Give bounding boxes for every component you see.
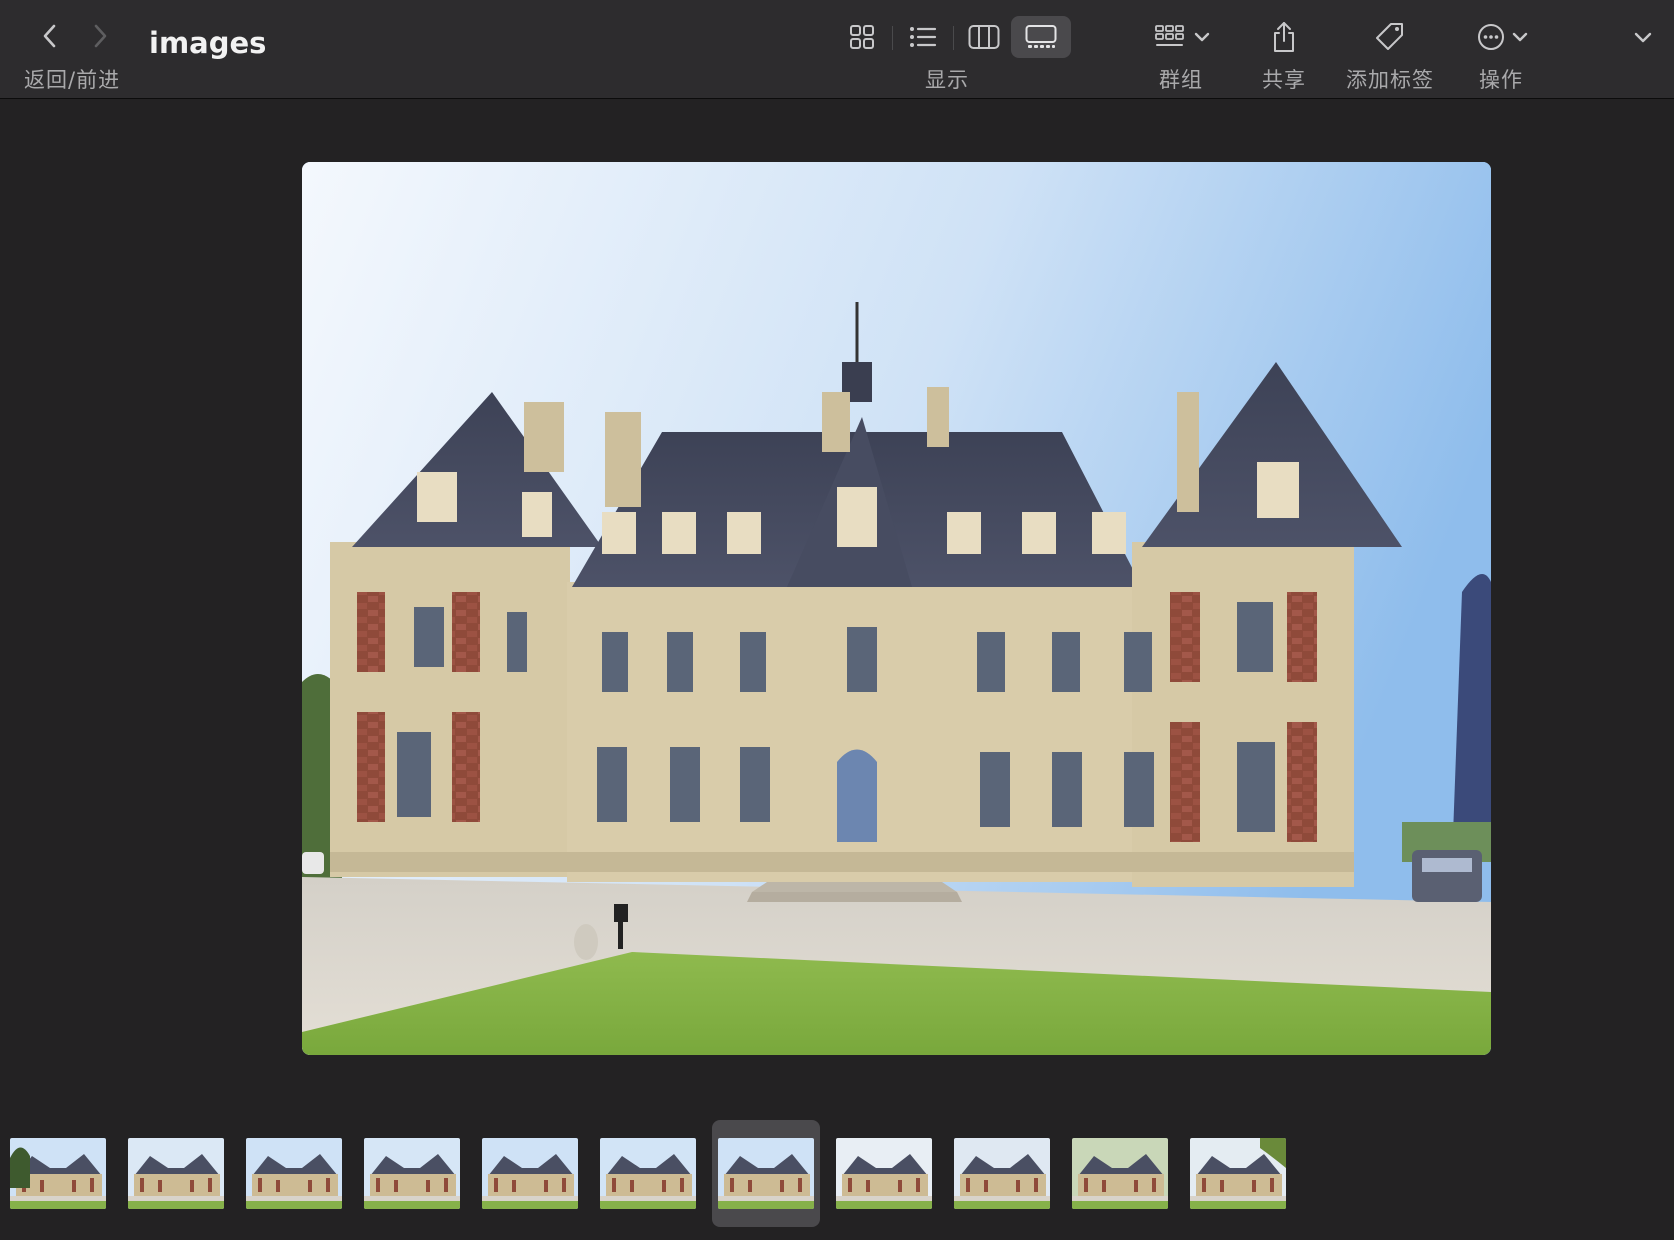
thumbnail-image — [600, 1138, 696, 1209]
thumbnail-image — [718, 1138, 814, 1209]
action-label: 操作 — [1479, 68, 1523, 92]
icon-view-button[interactable] — [832, 16, 892, 58]
display-label: 显示 — [925, 68, 969, 92]
list-view-button[interactable] — [893, 16, 953, 58]
thumbnail-item[interactable] — [600, 1138, 696, 1209]
column-view-icon — [968, 25, 1000, 49]
nav-label: 返回/前进 — [24, 68, 121, 92]
chateau-photo — [302, 162, 1491, 1055]
list-view-icon — [910, 27, 937, 47]
thumbnail-item[interactable] — [10, 1138, 106, 1209]
thumbnail-image — [364, 1138, 460, 1209]
gallery-view-button[interactable] — [1011, 16, 1071, 58]
thumbnail-image — [246, 1138, 342, 1209]
group-icon — [1155, 25, 1184, 46]
thumbnail-image — [10, 1138, 106, 1209]
view-mode-control — [832, 16, 1072, 58]
thumbnail-item[interactable] — [364, 1138, 460, 1209]
icon-view-icon — [850, 25, 874, 49]
image-preview — [302, 162, 1491, 1055]
thumbnail-item[interactable] — [1190, 1138, 1286, 1209]
action-button[interactable] — [1472, 16, 1534, 58]
thumbnail-image — [128, 1138, 224, 1209]
tag-icon — [1376, 23, 1403, 50]
thumbnail-item[interactable] — [246, 1138, 342, 1209]
thumbnail-item[interactable] — [954, 1138, 1050, 1209]
thumbnail-item-selected[interactable] — [718, 1138, 814, 1209]
thumbnail-image — [482, 1138, 578, 1209]
column-view-button[interactable] — [954, 16, 1014, 58]
chevron-left-icon — [43, 24, 56, 48]
forward-button[interactable] — [82, 18, 118, 54]
window-title: images — [149, 26, 267, 60]
chevron-down-icon — [1634, 32, 1652, 43]
share-icon — [1274, 22, 1294, 52]
share-label: 共享 — [1262, 68, 1306, 92]
thumbnail-item[interactable] — [836, 1138, 932, 1209]
thumbnail-item[interactable] — [1072, 1138, 1168, 1209]
group-button[interactable] — [1148, 16, 1218, 58]
ellipsis-circle-icon — [1478, 24, 1504, 50]
thumbnail-image — [954, 1138, 1050, 1209]
thumbnail-item[interactable] — [482, 1138, 578, 1209]
add-tag-label: 添加标签 — [1346, 68, 1434, 92]
share-button[interactable] — [1264, 16, 1304, 58]
finder-toolbar: 返回/前进 images 显示 群组 共享 添加标签 操作 — [0, 0, 1674, 99]
group-label: 群组 — [1159, 68, 1203, 92]
add-tag-button[interactable] — [1368, 16, 1412, 58]
thumbnail-image — [1190, 1138, 1286, 1209]
toolbar-overflow-button[interactable] — [1626, 16, 1660, 58]
chevron-down-icon — [1194, 32, 1210, 42]
thumbnail-item[interactable] — [128, 1138, 224, 1209]
thumbnail-image — [836, 1138, 932, 1209]
back-button[interactable] — [32, 18, 68, 54]
gallery-view-icon — [1025, 25, 1057, 48]
chevron-right-icon — [94, 24, 107, 48]
thumbnail-image — [1072, 1138, 1168, 1209]
chevron-down-icon — [1512, 32, 1528, 42]
